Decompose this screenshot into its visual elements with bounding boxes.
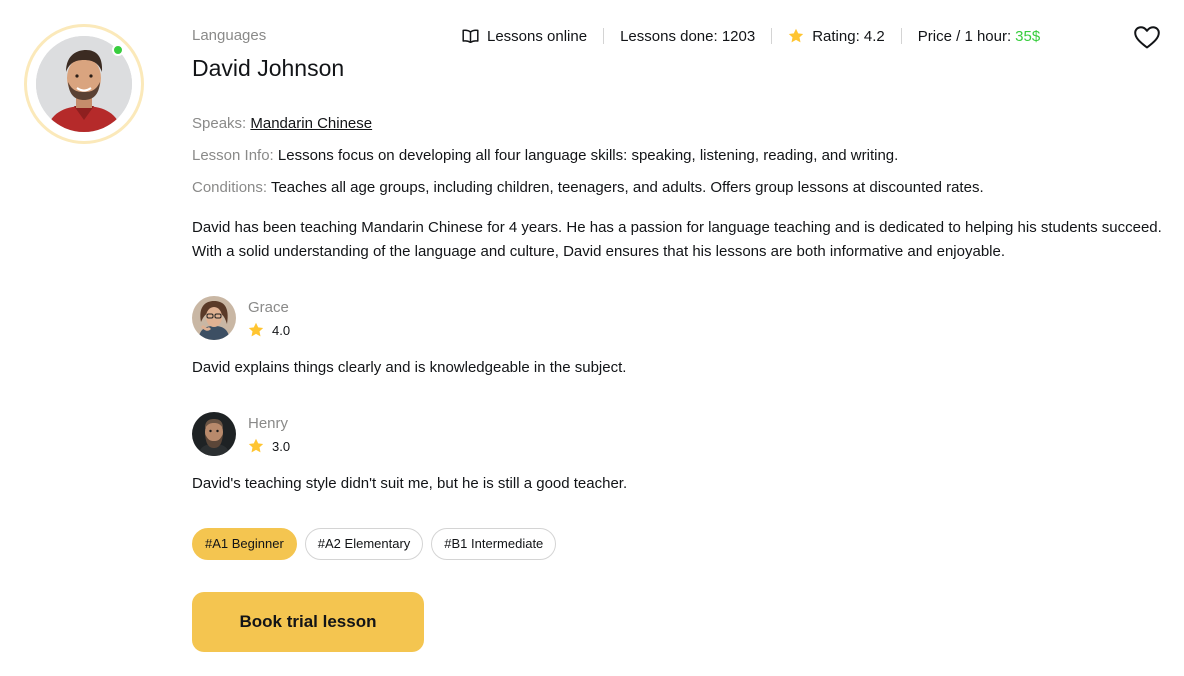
- lesson-info-label: Lesson Info:: [192, 147, 274, 164]
- stat-rating-label: Rating:: [812, 27, 860, 45]
- speaks-line: Speaks: Mandarin Chinese: [192, 114, 372, 134]
- level-tag-b1-intermediate[interactable]: #B1 Intermediate: [431, 528, 557, 560]
- level-tag-a1-beginner[interactable]: #A1 Beginner: [192, 528, 297, 560]
- level-tag-a2-elementary[interactable]: #A2 Elementary: [304, 528, 424, 560]
- level-tags: #A1 Beginner #A2 Elementary #B1 Intermed…: [192, 528, 557, 560]
- stat-price-label: Price / 1 hour:: [917, 27, 1012, 45]
- teacher-avatar-ring: [24, 24, 144, 144]
- reviewer-avatar: [192, 296, 236, 340]
- lesson-info-value: Lessons focus on developing all four lan…: [277, 147, 899, 164]
- stat-divider: [900, 28, 902, 44]
- online-status-indicator: [112, 44, 124, 56]
- review-text: David explains things clearly and is kno…: [192, 359, 627, 376]
- speaks-label: Speaks:: [192, 115, 247, 132]
- reviewer-rating: 4.0: [248, 322, 290, 338]
- stat-price-value: 35$: [1015, 27, 1041, 45]
- teacher-description: David has been teaching Mandarin Chinese…: [192, 219, 1162, 260]
- teacher-card: Languages David Johnson Lessons online L…: [0, 0, 1184, 676]
- stat-lessons-done-label: Lessons done:: [620, 27, 718, 45]
- teacher-name: David Johnson: [192, 55, 345, 81]
- reviewer-name: Grace: [248, 299, 289, 316]
- stat-lessons-done: Lessons done: 1203: [620, 28, 755, 45]
- stat-price: Price / 1 hour: 35$: [918, 28, 1040, 45]
- review-item: Henry 3.0 David's teaching style didn't …: [192, 412, 1092, 502]
- open-book-icon: [462, 29, 479, 43]
- stat-rating-value: 4.2: [863, 27, 885, 45]
- reviewer-rating-value: 3.0: [272, 438, 291, 454]
- star-icon: [248, 438, 264, 454]
- book-trial-lesson-button[interactable]: Book trial lesson: [192, 592, 424, 652]
- lesson-info-line: Lesson Info: Lessons focus on developing…: [192, 146, 898, 166]
- reviewer-rating-value: 4.0: [272, 322, 291, 338]
- teacher-category: Languages: [192, 27, 267, 44]
- speaks-language-link[interactable]: Mandarin Chinese: [250, 115, 372, 132]
- heart-outline-icon: [1134, 25, 1160, 49]
- favorite-button[interactable]: [1133, 24, 1161, 50]
- stat-lessons-online: Lessons online: [462, 28, 587, 45]
- stat-rating: Rating: 4.2: [788, 28, 885, 45]
- teacher-stats: Lessons online Lessons done: 1203 Rating…: [462, 26, 1040, 46]
- star-icon: [788, 28, 804, 44]
- stat-divider: [771, 28, 773, 44]
- conditions-line: Conditions: Teaches all age groups, incl…: [192, 178, 984, 198]
- reviewer-name: Henry: [248, 415, 289, 432]
- conditions-label: Conditions:: [192, 179, 268, 196]
- stat-lessons-done-value: 1203: [721, 27, 756, 45]
- review-text: David's teaching style didn't suit me, b…: [192, 475, 628, 492]
- reviewer-avatar: [192, 412, 236, 456]
- conditions-value: Teaches all age groups, including childr…: [270, 179, 984, 196]
- stat-divider: [603, 28, 605, 44]
- review-item: Grace 4.0 David explains things clearly …: [192, 296, 1092, 386]
- reviewer-rating: 3.0: [248, 438, 290, 454]
- star-icon: [248, 322, 264, 338]
- stat-lessons-online-label: Lessons online: [487, 27, 588, 45]
